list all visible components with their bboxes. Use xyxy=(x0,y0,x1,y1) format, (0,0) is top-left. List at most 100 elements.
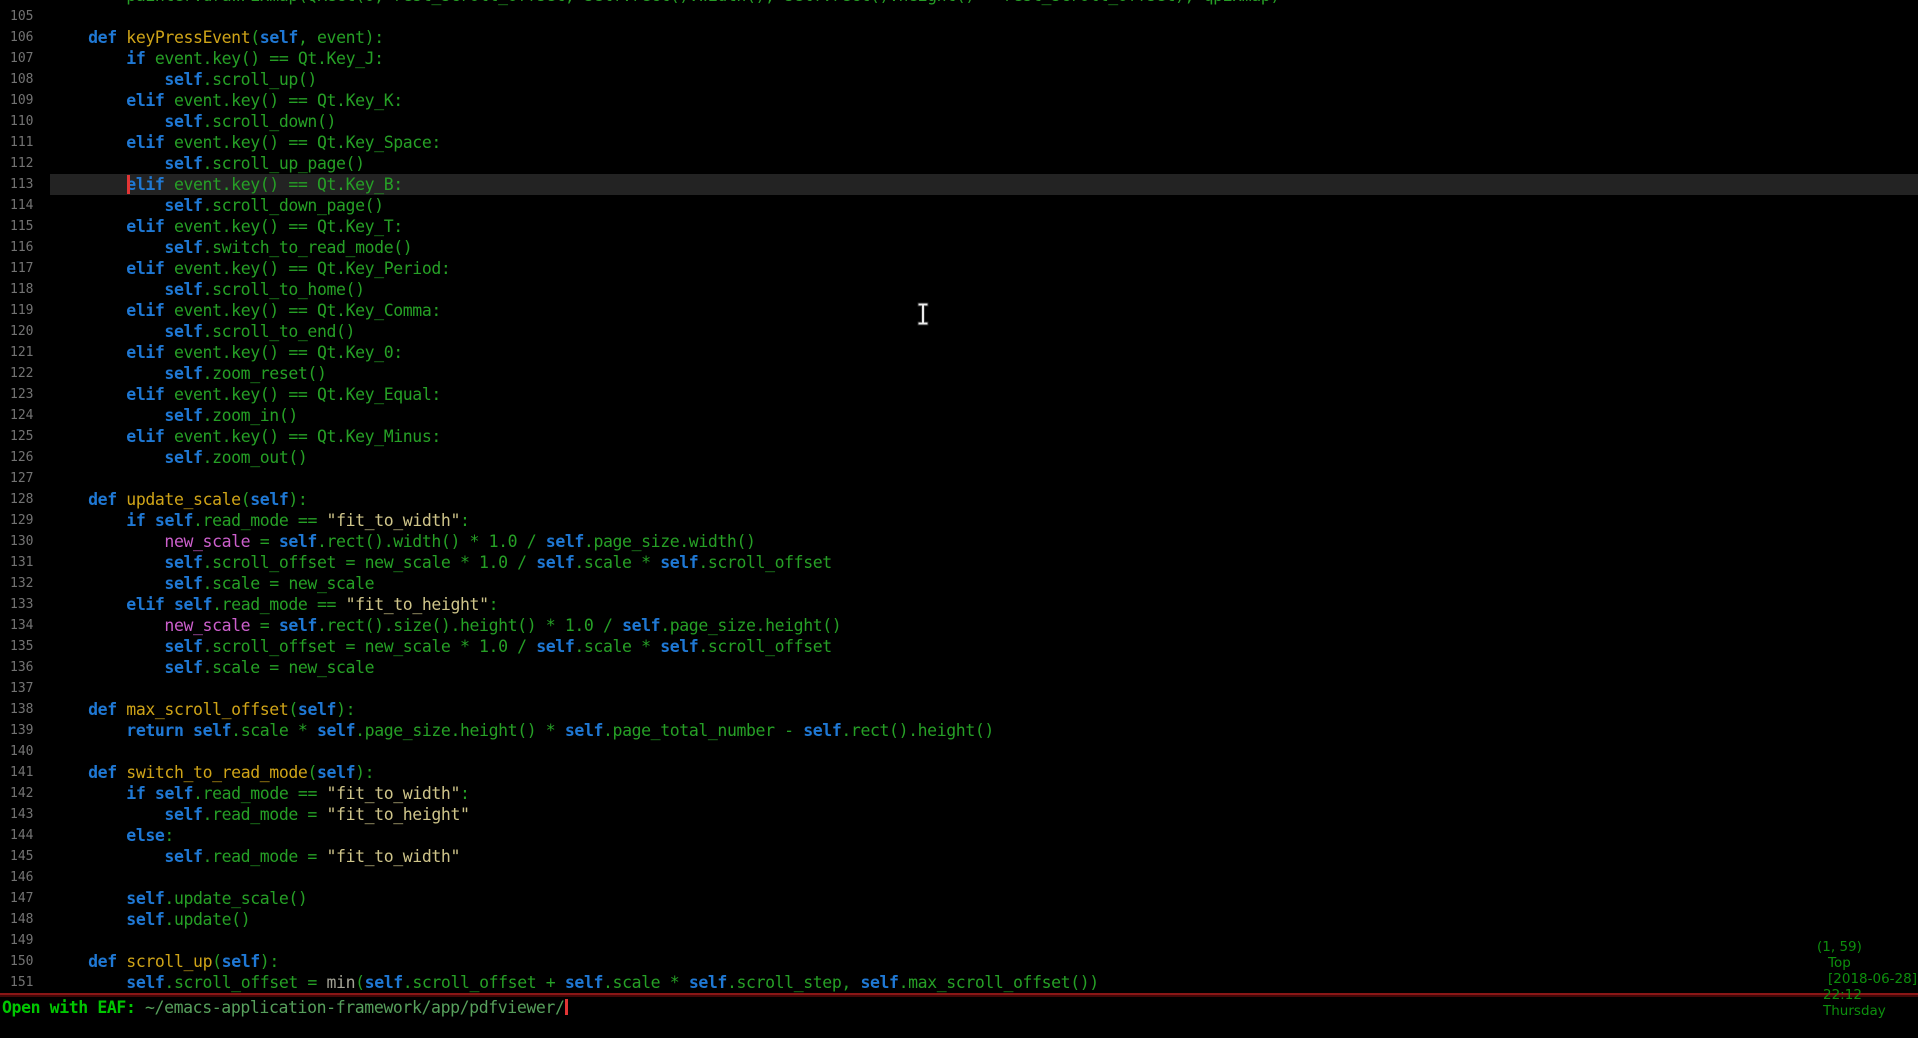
code-line[interactable]: 107 if event.key() == Qt.Key_J: xyxy=(0,48,1918,69)
code-line[interactable]: 123 elif event.key() == Qt.Key_Equal: xyxy=(0,384,1918,405)
line-number: 131 xyxy=(0,552,50,573)
code-line[interactable]: 112 self.scroll_up_page() xyxy=(0,153,1918,174)
code-line[interactable]: 150 def scroll_up(self): xyxy=(0,951,1918,972)
line-number: 143 xyxy=(0,804,50,825)
code-line[interactable]: 129 if self.read_mode == "fit_to_width": xyxy=(0,510,1918,531)
code-line[interactable]: 109 elif event.key() == Qt.Key_K: xyxy=(0,90,1918,111)
code-line[interactable]: 125 elif event.key() == Qt.Key_Minus: xyxy=(0,426,1918,447)
code-line[interactable]: 145 self.read_mode = "fit_to_width" xyxy=(0,846,1918,867)
code-line[interactable]: 133 elif self.read_mode == "fit_to_heigh… xyxy=(0,594,1918,615)
code-text: elif event.key() == Qt.Key_T: xyxy=(50,216,1918,237)
code-line[interactable]: 142 if self.read_mode == "fit_to_width": xyxy=(0,783,1918,804)
code-text: self.zoom_reset() xyxy=(50,363,1918,384)
mouse-ibeam-cursor xyxy=(916,302,930,326)
line-number: 115 xyxy=(0,216,50,237)
line-number: 106 xyxy=(0,27,50,48)
code-text xyxy=(50,6,1918,27)
line-number: 123 xyxy=(0,384,50,405)
code-line[interactable]: 114 self.scroll_down_page() xyxy=(0,195,1918,216)
code-line[interactable]: 135 self.scroll_offset = new_scale * 1.0… xyxy=(0,636,1918,657)
code-line[interactable]: 138 def max_scroll_offset(self): xyxy=(0,699,1918,720)
code-line[interactable]: 147 self.update_scale() xyxy=(0,888,1918,909)
line-number: 133 xyxy=(0,594,50,615)
code-line[interactable]: 105 xyxy=(0,6,1918,27)
code-text: elif event.key() == Qt.Key_Minus: xyxy=(50,426,1918,447)
code-text: new_scale = self.rect().size().height() … xyxy=(50,615,1918,636)
line-number: 109 xyxy=(0,90,50,111)
code-line[interactable]: 113 elif event.key() == Qt.Key_B: xyxy=(0,174,1918,195)
code-text: def update_scale(self): xyxy=(50,489,1918,510)
code-line[interactable]: 108 self.scroll_up() xyxy=(0,69,1918,90)
code-line[interactable]: 111 elif event.key() == Qt.Key_Space: xyxy=(0,132,1918,153)
code-text: elif self.read_mode == "fit_to_height": xyxy=(50,594,1918,615)
code-line[interactable]: 115 elif event.key() == Qt.Key_T: xyxy=(0,216,1918,237)
line-number: 149 xyxy=(0,930,50,951)
line-number: 139 xyxy=(0,720,50,741)
code-line[interactable]: 132 self.scale = new_scale xyxy=(0,573,1918,594)
code-line[interactable]: 128 def update_scale(self): xyxy=(0,489,1918,510)
code-line[interactable]: 151 self.scroll_offset = min(self.scroll… xyxy=(0,972,1918,993)
code-line[interactable]: 117 elif event.key() == Qt.Key_Period: xyxy=(0,258,1918,279)
line-number: 112 xyxy=(0,153,50,174)
code-line[interactable]: 140 xyxy=(0,741,1918,762)
code-text: if self.read_mode == "fit_to_width": xyxy=(50,510,1918,531)
code-line[interactable]: 124 self.zoom_in() xyxy=(0,405,1918,426)
code-text: elif event.key() == Qt.Key_Period: xyxy=(50,258,1918,279)
code-line[interactable]: 131 self.scroll_offset = new_scale * 1.0… xyxy=(0,552,1918,573)
code-text: self.update_scale() xyxy=(50,888,1918,909)
line-number: 136 xyxy=(0,657,50,678)
line-number: 141 xyxy=(0,762,50,783)
code-line[interactable]: 148 self.update() xyxy=(0,909,1918,930)
code-line[interactable]: 106 def keyPressEvent(self, event): xyxy=(0,27,1918,48)
code-text: self.scale = new_scale xyxy=(50,657,1918,678)
code-text: self.read_mode = "fit_to_height" xyxy=(50,804,1918,825)
code-line[interactable]: 118 self.scroll_to_home() xyxy=(0,279,1918,300)
code-text: self.update() xyxy=(50,909,1918,930)
line-number: 148 xyxy=(0,909,50,930)
code-line[interactable]: 144 else: xyxy=(0,825,1918,846)
code-text: elif event.key() == Qt.Key_B: xyxy=(50,174,1918,195)
line-number: 121 xyxy=(0,342,50,363)
cursor-position: (1, 59) xyxy=(1817,939,1862,955)
status-tray: (1, 59) Top [2018-06-28] 22:12 Thursday xyxy=(1800,923,1917,1035)
line-number: 120 xyxy=(0,321,50,342)
code-text: return self.scale * self.page_size.heigh… xyxy=(50,720,1918,741)
code-line[interactable]: 116 self.switch_to_read_mode() xyxy=(0,237,1918,258)
code-text: def keyPressEvent(self, event): xyxy=(50,27,1918,48)
code-text: self.scroll_up_page() xyxy=(50,153,1918,174)
line-number: 105 xyxy=(0,6,50,27)
line-number: 145 xyxy=(0,846,50,867)
scroll-indicator: Top xyxy=(1828,955,1851,971)
line-number: 119 xyxy=(0,300,50,321)
line-number: 116 xyxy=(0,237,50,258)
code-line[interactable]: 121 elif event.key() == Qt.Key_0: xyxy=(0,342,1918,363)
minibuffer[interactable]: Open with EAF: ~/emacs-application-frame… xyxy=(2,998,568,1019)
code-line[interactable]: 143 self.read_mode = "fit_to_height" xyxy=(0,804,1918,825)
code-line[interactable]: 149 xyxy=(0,930,1918,951)
code-line[interactable]: 127 xyxy=(0,468,1918,489)
line-number: 125 xyxy=(0,426,50,447)
code-line[interactable]: 141 def switch_to_read_mode(self): xyxy=(0,762,1918,783)
code-line[interactable]: 139 return self.scale * self.page_size.h… xyxy=(0,720,1918,741)
code-line[interactable]: 137 xyxy=(0,678,1918,699)
editor-buffer[interactable]: 104 painter.drawPixmap(QRect(0, rest_scr… xyxy=(0,0,1918,993)
code-line[interactable]: 110 self.scroll_down() xyxy=(0,111,1918,132)
line-number: 135 xyxy=(0,636,50,657)
code-line[interactable]: 134 new_scale = self.rect().size().heigh… xyxy=(0,615,1918,636)
line-number: 151 xyxy=(0,972,50,993)
code-line[interactable]: 119 elif event.key() == Qt.Key_Comma: xyxy=(0,300,1918,321)
minibuffer-cursor xyxy=(565,999,568,1015)
code-text xyxy=(50,930,1918,951)
code-line[interactable]: 126 self.zoom_out() xyxy=(0,447,1918,468)
code-line[interactable]: 122 self.zoom_reset() xyxy=(0,363,1918,384)
code-text xyxy=(50,678,1918,699)
line-number: 132 xyxy=(0,573,50,594)
code-line[interactable]: 130 new_scale = self.rect().width() * 1.… xyxy=(0,531,1918,552)
line-number: 122 xyxy=(0,363,50,384)
code-line[interactable]: 146 xyxy=(0,867,1918,888)
line-number: 110 xyxy=(0,111,50,132)
minibuffer-input[interactable]: ~/emacs-application-framework/app/pdfvie… xyxy=(145,998,565,1017)
code-line[interactable]: 136 self.scale = new_scale xyxy=(0,657,1918,678)
code-line[interactable]: 120 self.scroll_to_end() xyxy=(0,321,1918,342)
weekday-label: Thursday xyxy=(1823,1003,1886,1019)
